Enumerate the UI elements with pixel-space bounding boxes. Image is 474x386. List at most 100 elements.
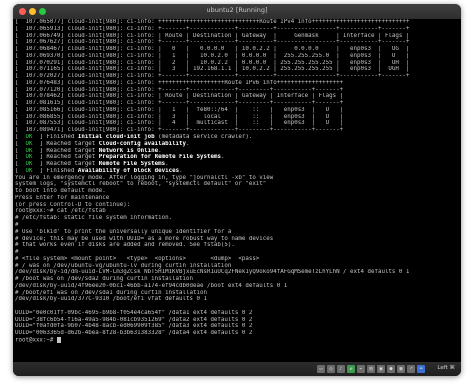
console-line: # /boot/efi was on /dev/sda1 during curt… [13,290,461,297]
console-text: [ 107.081615] cloud-init[980]: ci-info: … [15,100,344,107]
console-text: Press Enter for maintenance [15,194,110,201]
console-text: root@xxx:~# [15,337,57,344]
usb-icon[interactable]: ⌁ [357,365,365,373]
console-line: [ 107.066749] cloud-init[980]: ci-info: … [13,33,461,40]
console-line: [ OK ] Finished Availability of block de… [13,168,461,175]
console-text: [ [15,147,26,154]
unit-name: Cloud-config availability [98,140,187,147]
unit-name: Network is Online [98,147,159,154]
console-line: [ 107.067627] cloud-init[980]: ci-info: … [13,39,461,46]
console-text: # that works even if disks are added and… [15,242,235,249]
console-line: /dev/disk/by-id/dm-uuid-LVM-Lm3gZCsk NbT… [13,269,461,276]
window-title: ubuntu2 [Running] [206,6,268,14]
network-icon[interactable]: ⇄ [347,365,355,373]
console-text: [ 107.066749] cloud-init[980]: ci-info: … [15,32,410,39]
console-text: [ 107.085166] cloud-init[980]: ci-info: … [15,106,344,113]
console-text: system logs, "systemctl reboot" to reboo… [15,181,267,188]
console-text: [ 107.089471] cloud-init[980]: ci-info: … [15,127,344,134]
console-text: # /etc/fstab: static file system informa… [15,215,173,222]
console-line: # Use 'blkid' to print the universally u… [13,229,461,236]
virtualbox-window: ubuntu2 [Running] [ 107.065077] cloud-in… [13,4,461,376]
console-line: UUID="0e0c01ff-09bc-4695-b9b8-f054e4ca65… [13,310,461,317]
console-line: root@xxx:~# cat /etc/fstab [13,208,461,215]
console-text: [ 107.070291] cloud-init[980]: ci-info: … [15,59,410,66]
mouse-integration-icon[interactable]: ➚ [407,365,415,373]
optical-drive-icon[interactable]: ◎ [327,365,335,373]
console-text: [ [15,167,26,174]
console-text: ] Reached target [32,154,99,161]
console-text: # [15,249,19,256]
console-line: # /etc/fstab: static file system informa… [13,215,461,222]
console-line: [ OK ] Finished Initial cloud-init job (… [13,134,461,141]
console-text: . [165,161,169,168]
console-text: . [158,147,162,154]
console-text: UUID="38fc6b54-f16a-49a5-984b-081cb93512… [15,316,253,323]
console-text: ] Reached target [32,147,99,154]
console-line: system logs, "systemctl reboot" to reboo… [13,181,461,188]
console-line: UUID="0063365d-d62b-4bea-8f28-b3b6313833… [13,330,461,337]
host-key-indicator[interactable]: Left ⌘ [437,365,455,371]
console-text: # / was on /dev/ubuntu-vg/ubuntu-lv duri… [15,262,232,269]
console-text: # Use 'blkid' to print the universally u… [15,228,232,235]
window-titlebar[interactable]: ubuntu2 [Running] [13,4,461,19]
console-text: [ 107.071165] cloud-init[980]: ci-info: … [15,66,410,73]
console-line: [ 107.077120] cloud-init[980]: ci-info: … [13,87,461,94]
console-text: UUID="0e0c01ff-09bc-4695-b9b8-f054e4ca65… [15,309,253,316]
audio-icon[interactable]: ♪ [337,365,345,373]
vm-console-screen[interactable]: [ 107.065077] cloud-init[980]: ci-info: … [13,19,461,362]
console-text: [ 107.065077] cloud-init[980]: ci-info: … [15,19,410,25]
console-line: [ 107.085166] cloud-init[980]: ci-info: … [13,107,461,114]
recording-icon[interactable]: ● [387,365,395,373]
console-text: ] Finished [32,134,78,141]
console-line: [ 107.072027] cloud-init[980]: ci-info: … [13,73,461,80]
console-line: [ OK ] Reached target Cloud-config avail… [13,141,461,148]
console-text: [ [15,161,26,168]
console-line: to boot into default mode. [13,188,461,195]
console-line: # that works even if disks are added and… [13,242,461,249]
console-line: # / was on /dev/ubuntu-vg/ubuntu-lv duri… [13,263,461,270]
console-line: [ 107.081615] cloud-init[980]: ci-info: … [13,100,461,107]
unit-name: Remote File Systems [98,161,166,168]
console-line: /dev/disk/by-uuid/4f96ee20-0bc1-46bb-a17… [13,283,461,290]
console-text: [ 107.067627] cloud-init[980]: ci-info: … [15,39,410,46]
console-line: # [13,222,461,229]
cpu-icon[interactable]: ▦ [397,365,405,373]
hard-disk-icon[interactable]: ▭ [317,365,325,373]
text-cursor [56,336,61,343]
console-line: [ 107.076483] cloud-init[980]: ci-info: … [13,80,461,87]
console-text: (metadata service crawler). [154,134,253,141]
console-line: [ 107.086855] cloud-init[980]: ci-info: … [13,114,461,121]
console-text: /dev/disk/by-uuid/377C-9310 /boot/efi vf… [15,296,207,303]
console-text: /dev/disk/by-id/dm-uuid-LVM-Lm3gZCsk NbT… [15,269,410,276]
console-text: . [179,167,183,174]
console-text: [ 107.078462] cloud-init[980]: ci-info: … [15,93,344,100]
console-text: . [220,154,225,161]
display-icon[interactable]: ▣ [377,365,385,373]
console-text: [ [15,140,26,147]
console-text: [ 107.076483] cloud-init[980]: ci-info: … [15,79,344,86]
console-text: ] Finished [32,167,78,174]
console-text: ] Reached target [32,140,99,147]
console-text: You are in emergency mode. After logging… [15,174,274,181]
console-text: (or press Control-D to continue): [15,201,131,208]
console-line: # <file system> <mount point> <type> <op… [13,256,461,263]
console-text: to boot into default mode. [15,188,106,195]
console-line: [ 107.065077] cloud-init[980]: ci-info: … [13,19,461,26]
console-text: [ 107.072027] cloud-init[980]: ci-info: … [15,73,410,80]
console-line: (or press Control-D to continue): [13,202,461,209]
shared-folder-icon[interactable]: ▤ [367,365,375,373]
console-line: [ 107.078462] cloud-init[980]: ci-info: … [13,93,461,100]
console-line: UUID="38fc6b54-f16a-49a5-984b-081cb93512… [13,317,461,324]
console-line: [ OK ] Reached target Preparation for Re… [13,154,461,161]
console-line: [ 107.065913] cloud-init[980]: ci-info: … [13,26,461,33]
console-text: [ 107.065913] cloud-init[980]: ci-info: … [15,25,410,32]
vm-status-bar: ▭ ◎ ♪ ⇄ ⌁ ▤ ▣ ● ▦ ➚ ⌨ Left ⌘ [13,362,461,376]
console-line: root@xxx:~# [13,336,461,344]
console-text: [ 107.086855] cloud-init[980]: ci-info: … [15,113,344,120]
keyboard-icon[interactable]: ⌨ [417,365,425,373]
console-text: /dev/disk/by-uuid/4f96ee20-0bc1-46bb-a17… [15,282,288,289]
console-line: [ 107.070291] cloud-init[980]: ci-info: … [13,60,461,67]
console-text: # /boot/efi was on /dev/sda1 during curt… [15,289,207,296]
console-line: /dev/disk/by-uuid/377C-9310 /boot/efi vf… [13,296,461,303]
